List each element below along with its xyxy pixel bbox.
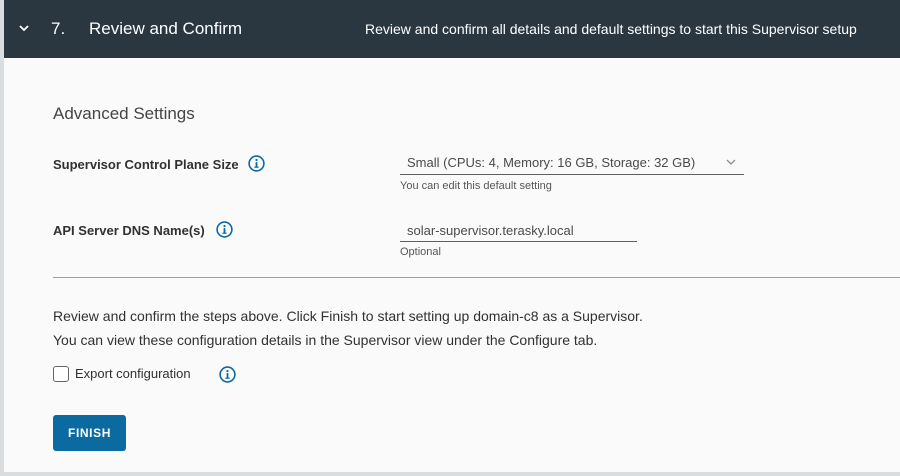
step-number: 7.: [51, 19, 66, 38]
api-server-dns-input[interactable]: [400, 219, 637, 242]
info-circle-icon[interactable]: [248, 155, 265, 172]
left-border: [0, 0, 4, 476]
advanced-settings-title: Advanced Settings: [53, 104, 195, 123]
control-plane-size-value: Small (CPUs: 4, Memory: 16 GB, Storage: …: [407, 155, 696, 170]
api-server-dns-label: API Server DNS Name(s): [53, 223, 205, 238]
review-instruction-line2: You can view these configuration details…: [53, 332, 598, 348]
export-configuration-checkbox[interactable]: [53, 366, 69, 382]
review-instruction-line1: Review and confirm the steps above. Clic…: [53, 308, 643, 324]
step-title: Review and Confirm: [89, 19, 243, 38]
caret-down-icon: [726, 159, 736, 165]
control-plane-size-helper: You can edit this default setting: [400, 180, 552, 192]
control-plane-size-label: Supervisor Control Plane Size: [53, 157, 239, 172]
info-circle-icon[interactable]: [216, 221, 233, 238]
control-plane-size-select[interactable]: Small (CPUs: 4, Memory: 16 GB, Storage: …: [400, 152, 744, 175]
api-server-dns-helper: Optional: [400, 246, 441, 258]
export-configuration-label[interactable]: Export configuration: [75, 366, 191, 381]
chevron-down-icon[interactable]: [18, 22, 30, 34]
review-confirm-page: 7. Review and Confirm Review and confirm…: [0, 0, 900, 476]
bottom-border: [0, 472, 900, 476]
finish-button[interactable]: FINISH: [53, 415, 126, 451]
info-circle-icon[interactable]: [219, 366, 236, 383]
section-divider: [53, 277, 900, 278]
step-header[interactable]: 7. Review and Confirm Review and confirm…: [4, 0, 900, 58]
step-description: Review and confirm all details and defau…: [365, 21, 857, 37]
